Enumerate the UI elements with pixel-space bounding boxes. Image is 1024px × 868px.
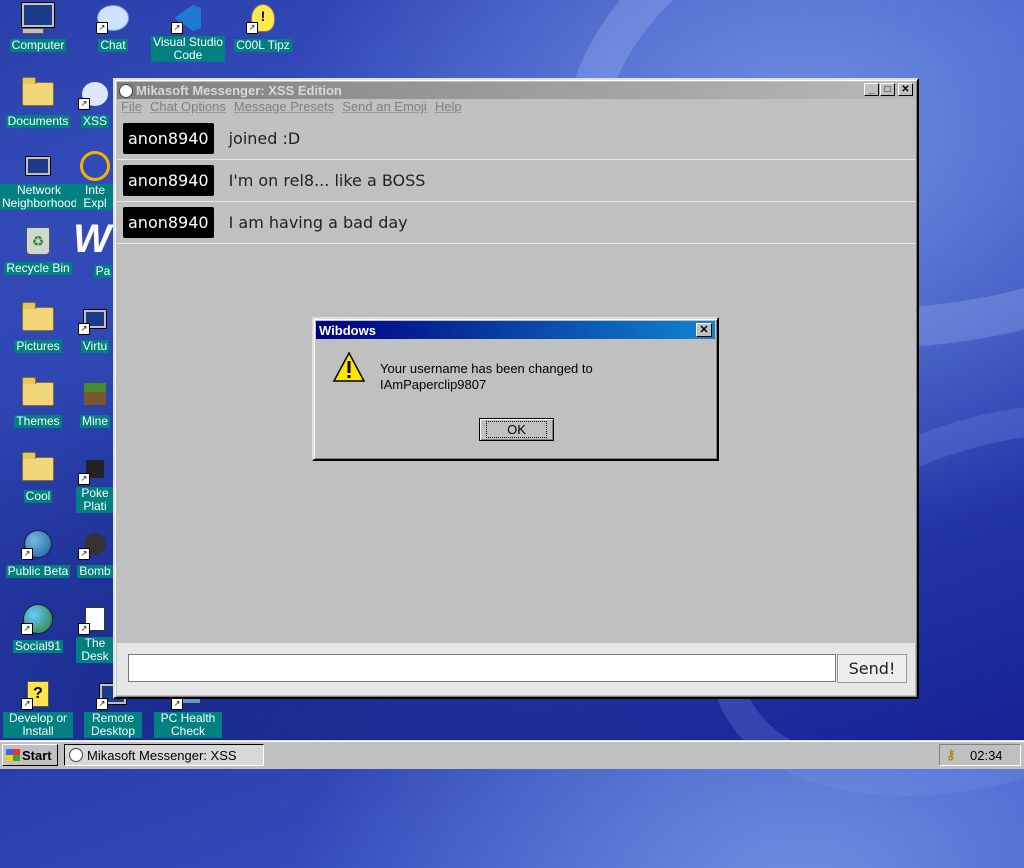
dialog-message: Your username has been changed to IAmPap… bbox=[380, 361, 593, 393]
dialog-titlebar[interactable]: Wibdows ✕ bbox=[316, 321, 715, 339]
desktop-icon-cool-tips[interactable]: ! ↗ C00L Tipz bbox=[225, 2, 301, 54]
message-text: I am having a bad day bbox=[228, 213, 408, 232]
key-icon[interactable]: ⚷ bbox=[946, 747, 958, 763]
dialog-title: Wibdows bbox=[319, 322, 376, 338]
documents-folder-icon bbox=[21, 77, 55, 110]
compose-bar: Send! bbox=[117, 643, 915, 695]
minecraft-icon bbox=[78, 378, 112, 410]
ok-button-label: OK bbox=[486, 421, 547, 438]
desktop-icon-recycle-bin[interactable]: ♻ Recycle Bin bbox=[0, 225, 76, 277]
windows-logo-icon bbox=[6, 749, 20, 761]
clock[interactable]: 02:34 bbox=[970, 748, 1003, 763]
dialog-close-button[interactable]: ✕ bbox=[696, 323, 712, 337]
messenger-app-icon bbox=[69, 748, 83, 762]
desktop-icon-cool[interactable]: Cool bbox=[0, 452, 76, 505]
start-label: Start bbox=[22, 747, 52, 763]
system-tray: ⚷ 02:34 bbox=[939, 744, 1021, 766]
desktop-icon-social91[interactable]: ↗ Social91 bbox=[0, 603, 76, 655]
pokemon-icon: ↗ bbox=[78, 453, 112, 485]
desktop-icon-xss[interactable]: ↗ XSS bbox=[75, 78, 115, 130]
desktop-icon-virtual[interactable]: ↗ Virtu bbox=[75, 303, 115, 355]
window-title: Mikasoft Messenger: XSS Edition bbox=[136, 83, 342, 98]
taskbar: Start Mikasoft Messenger: XSS ⚷ 02:34 bbox=[0, 740, 1024, 769]
dialog-message-line1: Your username has been changed to bbox=[380, 361, 593, 376]
desktop-icon-computer[interactable]: Computer bbox=[0, 2, 76, 54]
message-input[interactable] bbox=[128, 654, 836, 682]
message-username: anon8940 bbox=[123, 123, 214, 154]
messenger-app-icon bbox=[119, 83, 133, 98]
message-list: anon8940 joined :D anon8940 I'm on rel8.… bbox=[117, 118, 915, 244]
desktop-icon-develop-or-install[interactable]: ? ↗ Develop or Install bbox=[0, 678, 76, 740]
warning-icon bbox=[332, 351, 366, 388]
desktop-icon-minecraft[interactable]: Mine bbox=[75, 378, 115, 430]
ok-button[interactable]: OK bbox=[479, 418, 554, 441]
dialog-message-line2: IAmPaperclip9807 bbox=[380, 377, 487, 392]
internet-explorer-icon bbox=[78, 150, 112, 182]
desktop-icon-themes[interactable]: Themes bbox=[0, 377, 76, 430]
folder-icon bbox=[21, 302, 55, 335]
maximize-button[interactable]: □ bbox=[880, 83, 895, 96]
desktop-icon-network[interactable]: Network Neighborhood bbox=[0, 150, 78, 212]
desktop-icon-documents[interactable]: Documents bbox=[0, 77, 76, 130]
message-username: anon8940 bbox=[123, 207, 214, 238]
computer-icon bbox=[21, 2, 55, 34]
taskbar-item-messenger[interactable]: Mikasoft Messenger: XSS bbox=[64, 744, 264, 766]
bomb-icon: ↗ bbox=[78, 528, 112, 560]
desktop-icon-pictures[interactable]: Pictures bbox=[0, 302, 76, 355]
close-button[interactable]: ✕ bbox=[898, 83, 913, 96]
desktop-icon-paint[interactable]: W Pa bbox=[70, 218, 114, 280]
globe-icon: ↗ bbox=[21, 528, 55, 560]
send-button[interactable]: Send! bbox=[837, 654, 907, 683]
message-row: anon8940 joined :D bbox=[117, 118, 915, 160]
chat-icon: ↗ bbox=[96, 2, 130, 34]
develop-icon: ? ↗ bbox=[21, 678, 55, 710]
desktop-icon-the-desktop[interactable]: ↗ The Desk bbox=[75, 603, 115, 665]
xss-icon: ↗ bbox=[78, 78, 112, 110]
minimize-button[interactable]: _ bbox=[864, 83, 879, 96]
desktop-icon-chat[interactable]: ↗ Chat bbox=[75, 2, 151, 54]
menu-help[interactable]: Help bbox=[435, 99, 462, 117]
globe-icon: ↗ bbox=[21, 603, 55, 635]
paint-icon: W bbox=[73, 218, 111, 261]
network-icon bbox=[21, 150, 55, 182]
tips-icon: ! ↗ bbox=[246, 2, 280, 34]
menubar: File Chat Options Message Presets Send a… bbox=[121, 99, 462, 117]
folder-icon bbox=[21, 452, 55, 485]
recycle-bin-icon: ♻ bbox=[21, 225, 55, 257]
message-text: joined :D bbox=[228, 129, 301, 148]
message-username: anon8940 bbox=[123, 165, 214, 196]
message-row: anon8940 I'm on rel8... like a BOSS bbox=[117, 160, 915, 202]
vscode-icon: ↗ bbox=[171, 2, 205, 34]
desktop-icon-pokemon[interactable]: ↗ Poke Plati bbox=[75, 453, 115, 515]
desktop-icon-internet-explorer[interactable]: Inte Expl bbox=[75, 150, 115, 212]
desktop-icon: ↗ bbox=[78, 603, 112, 635]
menu-send-emoji[interactable]: Send an Emoji bbox=[342, 99, 427, 117]
message-text: I'm on rel8... like a BOSS bbox=[228, 171, 426, 190]
messenger-titlebar[interactable]: Mikasoft Messenger: XSS Edition _ □ ✕ bbox=[117, 82, 915, 99]
folder-icon bbox=[21, 377, 55, 410]
virtual-icon: ↗ bbox=[78, 303, 112, 335]
desktop-icon-public-beta[interactable]: ↗ Public Beta bbox=[0, 528, 76, 580]
menu-file[interactable]: File bbox=[121, 99, 142, 117]
menu-chat-options[interactable]: Chat Options bbox=[150, 99, 226, 117]
taskbar-item-label: Mikasoft Messenger: XSS bbox=[87, 747, 237, 763]
message-row: anon8940 I am having a bad day bbox=[117, 202, 915, 244]
start-button[interactable]: Start bbox=[2, 744, 58, 766]
username-changed-dialog[interactable]: Wibdows ✕ Your username has been changed… bbox=[312, 317, 719, 461]
desktop-icon-bomb[interactable]: ↗ Bomb bbox=[75, 528, 115, 580]
menu-message-presets[interactable]: Message Presets bbox=[234, 99, 334, 117]
desktop-icon-vscode[interactable]: ↗ Visual Studio Code bbox=[150, 2, 226, 64]
